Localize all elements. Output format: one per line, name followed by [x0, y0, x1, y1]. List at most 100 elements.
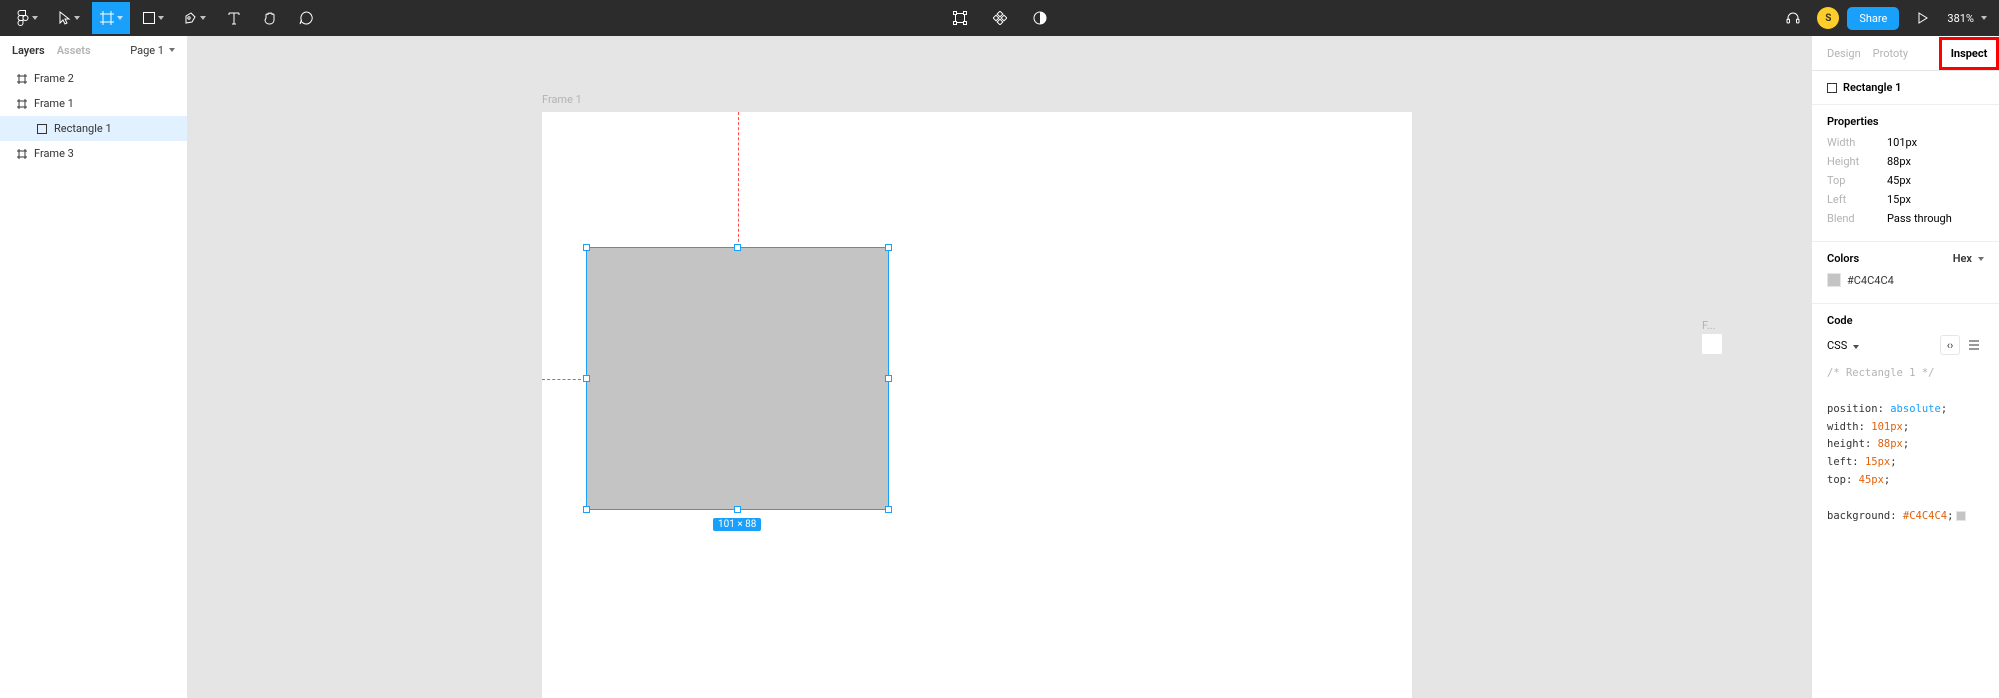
code-left-prop: left — [1827, 456, 1852, 468]
color-format-selector[interactable]: Hex — [1953, 252, 1984, 265]
layer-label: Rectangle 1 — [54, 122, 112, 135]
resize-handle-w[interactable] — [583, 375, 590, 382]
code-background-prop: background — [1827, 510, 1890, 522]
share-button[interactable]: Share — [1847, 7, 1899, 30]
present-button[interactable] — [1907, 2, 1939, 34]
code-position-prop: position — [1827, 403, 1878, 415]
layer-label: Frame 1 — [34, 97, 74, 110]
layer-frame3[interactable]: Frame 3 — [0, 141, 187, 166]
frame-icon — [100, 11, 114, 25]
prop-top-value[interactable]: 45px — [1887, 174, 1911, 187]
prop-height: Height 88px — [1827, 155, 1984, 168]
prop-left-value[interactable]: 15px — [1887, 193, 1911, 206]
resize-handle-sw[interactable] — [583, 506, 590, 513]
resize-handle-ne[interactable] — [885, 244, 892, 251]
user-avatar[interactable]: S — [1817, 7, 1839, 29]
frame-icon — [16, 73, 28, 85]
code-background-val: #C4C4C4 — [1903, 510, 1947, 522]
prop-width: Width 101px — [1827, 136, 1984, 149]
shape-tool-button[interactable] — [134, 2, 172, 34]
tab-design[interactable]: Design — [1827, 47, 1861, 60]
edit-object-button[interactable] — [944, 2, 976, 34]
layer-label: Frame 2 — [34, 72, 74, 85]
mask-button[interactable] — [1024, 2, 1056, 34]
left-panel-header: Layers Assets Page 1 — [0, 36, 187, 64]
frame-label-small[interactable]: F... — [1702, 319, 1716, 332]
pen-tool-button[interactable] — [176, 2, 214, 34]
hand-icon — [263, 11, 277, 25]
frame-icon — [16, 98, 28, 110]
resize-handle-e[interactable] — [885, 375, 892, 382]
code-color-swatch — [1956, 511, 1966, 521]
page-label: Page 1 — [130, 44, 164, 57]
canvas-frame-small[interactable]: F... — [1702, 334, 1722, 354]
resize-handle-n[interactable] — [734, 244, 741, 251]
edit-object-icon — [953, 11, 967, 25]
pen-icon — [184, 12, 197, 25]
code-language-label: CSS — [1827, 339, 1847, 352]
text-tool-button[interactable] — [218, 2, 250, 34]
canvas-area[interactable]: Frame 1 F... 101 × 88 — [188, 36, 1811, 698]
code-width-val: 101px — [1871, 421, 1903, 433]
color-format-label: Hex — [1953, 252, 1972, 265]
code-view-button[interactable]: ‹› — [1940, 335, 1960, 355]
selected-element-name: Rectangle 1 — [1843, 81, 1901, 94]
play-icon — [1918, 12, 1928, 24]
code-block[interactable]: /* Rectangle 1 */ position: absolute; wi… — [1827, 365, 1984, 526]
code-top-prop: top — [1827, 474, 1846, 486]
hand-tool-button[interactable] — [254, 2, 286, 34]
code-width-prop: width — [1827, 421, 1859, 433]
prop-blend-label: Blend — [1827, 212, 1887, 225]
page-selector[interactable]: Page 1 — [130, 44, 175, 57]
code-position-val: absolute — [1890, 403, 1941, 415]
prop-left: Left 15px — [1827, 193, 1984, 206]
layer-frame1[interactable]: Frame 1 — [0, 91, 187, 116]
layer-tree: Frame 2 Frame 1 Rectangle 1 Frame 3 — [0, 64, 187, 168]
code-icon: ‹› — [1947, 339, 1954, 352]
resize-handle-se[interactable] — [885, 506, 892, 513]
move-tool-button[interactable] — [50, 2, 88, 34]
canvas-rectangle1[interactable] — [586, 247, 889, 510]
tab-inspect[interactable]: Inspect — [1939, 37, 1999, 70]
layer-rectangle1[interactable]: Rectangle 1 — [0, 116, 187, 141]
left-panel-tabs: Layers Assets — [12, 44, 91, 57]
resize-handle-nw[interactable] — [583, 244, 590, 251]
prop-height-value[interactable]: 88px — [1887, 155, 1911, 168]
code-language-selector[interactable]: CSS — [1827, 339, 1859, 352]
layer-frame2[interactable]: Frame 2 — [0, 66, 187, 91]
prop-blend-value[interactable]: Pass through — [1887, 212, 1952, 225]
color-value: #C4C4C4 — [1847, 274, 1894, 287]
avatar-initial: S — [1825, 13, 1831, 24]
prop-width-label: Width — [1827, 136, 1887, 149]
code-height-val: 88px — [1878, 438, 1903, 450]
tab-assets[interactable]: Assets — [57, 44, 91, 57]
code-height-prop: height — [1827, 438, 1865, 450]
main-menu-button[interactable] — [8, 2, 46, 34]
color-row[interactable]: #C4C4C4 — [1827, 273, 1984, 287]
prop-width-value[interactable]: 101px — [1887, 136, 1917, 149]
frame-label[interactable]: Frame 1 — [542, 93, 582, 106]
tab-layers[interactable]: Layers — [12, 44, 45, 57]
component-button[interactable] — [984, 2, 1016, 34]
selection-dimensions-badge: 101 × 88 — [713, 518, 761, 531]
code-top-val: 45px — [1859, 474, 1884, 486]
prop-top: Top 45px — [1827, 174, 1984, 187]
code-list-button[interactable] — [1964, 335, 1984, 355]
code-section: Code CSS ‹› /* Rectangle 1 */ posi — [1812, 304, 1999, 536]
properties-title: Properties — [1827, 115, 1984, 128]
rectangle-icon — [143, 12, 155, 24]
list-icon — [1969, 340, 1979, 350]
support-button[interactable] — [1777, 2, 1809, 34]
tab-prototype[interactable]: Prototy — [1873, 47, 1908, 60]
rectangle-icon — [1827, 83, 1837, 93]
prop-height-label: Height — [1827, 155, 1887, 168]
comment-tool-button[interactable] — [290, 2, 322, 34]
resize-handle-s[interactable] — [734, 506, 741, 513]
frame-tool-button[interactable] — [92, 2, 130, 34]
layer-label: Frame 3 — [34, 147, 74, 160]
comment-icon — [299, 11, 313, 25]
rectangle-icon — [36, 123, 48, 135]
zoom-level-control[interactable]: 381% — [1947, 12, 1991, 25]
code-comment: /* Rectangle 1 */ — [1827, 367, 1934, 379]
prop-top-label: Top — [1827, 174, 1887, 187]
